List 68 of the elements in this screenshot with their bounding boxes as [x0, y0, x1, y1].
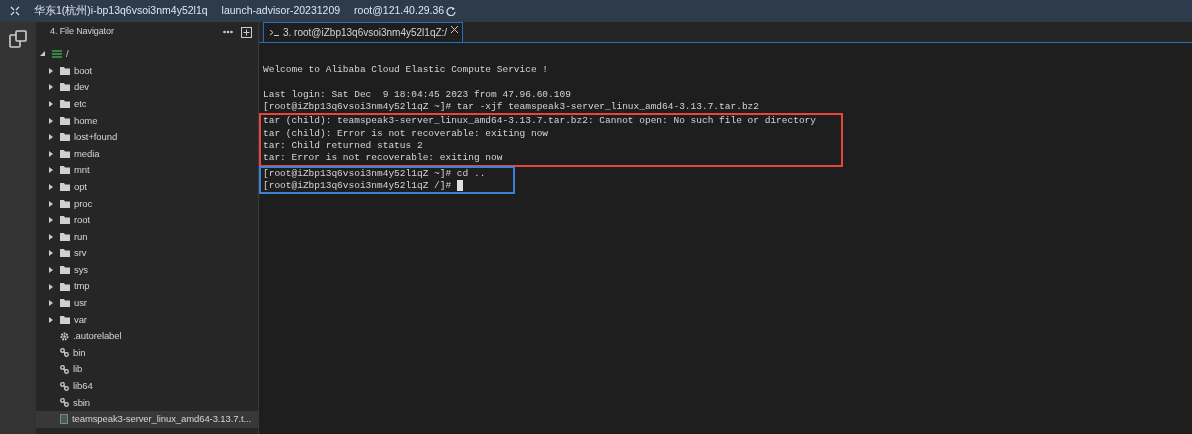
terminal-line: tar: Child returned status 2 — [263, 140, 423, 152]
tree-item[interactable]: sys — [36, 261, 258, 279]
terminal-tab[interactable]: 3. root@iZbp13q6vsoi3nm4y52l1qZ:/ — [263, 22, 464, 42]
caret-right-icon — [48, 117, 54, 124]
tree-item[interactable]: tmp — [36, 278, 258, 295]
terminal-line: tar: Error is not recoverable: exiting now — [263, 152, 503, 164]
terminal-line: tar (child): teamspeak3-server_linux_amd64-3.13.7.tar.bz2: Cannot open: No such file or directory — [263, 115, 816, 127]
tree-item[interactable]: opt — [36, 178, 258, 196]
caret-right-icon — [48, 250, 54, 257]
tree-item[interactable]: etc — [36, 95, 258, 113]
tree-item[interactable]: usr — [36, 294, 258, 312]
caret-right-icon — [48, 267, 54, 273]
title-text: 华东1(杭州)i-bp13q6vsoi3nm4y52l1q — [34, 3, 208, 19]
add-icon[interactable] — [241, 26, 252, 38]
terminal-line: tar (child): Error is not recoverable: exiting now — [263, 127, 549, 139]
tree-item[interactable]: srv — [36, 245, 258, 262]
tree-item[interactable]: boot — [36, 62, 258, 80]
caret-right-icon — [48, 101, 54, 108]
tree-item[interactable]: lib — [36, 361, 258, 378]
tree-item[interactable]: home — [36, 112, 258, 129]
caret-right-icon — [48, 134, 54, 141]
terminal-line: [root@iZbp13q6vsoi3nm4y52l1qZ ~]# tar -xjf teamspeak3-server_linux_amd64-3.13.7.tar.bz2 — [263, 101, 759, 113]
link-icon — [60, 365, 69, 375]
refresh-icon — [446, 6, 457, 16]
tree-item[interactable]: bin — [36, 344, 258, 362]
caret-right-icon — [48, 200, 54, 207]
caret-right-icon — [48, 283, 54, 290]
fullscreen-icon — [10, 6, 20, 16]
caret-right-icon — [48, 300, 54, 307]
link-icon — [60, 348, 69, 358]
link-icon — [60, 381, 69, 391]
terminal-line: Last login: Sat Dec 9 18:04:45 2023 from 47.96.60.109 — [263, 88, 571, 100]
tree-item[interactable]: / — [36, 46, 258, 63]
caret-right-icon — [48, 233, 54, 240]
link-icon — [60, 398, 69, 408]
panel-title: 4. File Navigator — [50, 25, 114, 39]
caret-down-icon — [40, 51, 46, 58]
explorer-icon[interactable] — [9, 30, 27, 48]
tree-item[interactable]: lib64 — [36, 377, 258, 395]
more-icon[interactable] — [223, 30, 233, 34]
gear-icon — [60, 331, 69, 341]
close-icon[interactable] — [451, 26, 459, 33]
tree-item[interactable]: sbin — [36, 394, 258, 412]
caret-right-icon — [48, 316, 54, 323]
tree-item[interactable]: .autorelabel — [36, 328, 258, 345]
tree-item[interactable]: teamspeak3-server_linux_amd64-3.13.7.t... — [36, 411, 258, 428]
title-text: launch-advisor-20231209 — [221, 3, 341, 19]
tree-item[interactable]: proc — [36, 195, 258, 212]
drive-icon — [52, 50, 62, 59]
tree-item[interactable]: root — [36, 211, 258, 229]
terminal-line: [root@iZbp13q6vsoi3nm4y52l1qZ ~]# cd .. — [263, 167, 486, 179]
terminal-line: [root@iZbp13q6vsoi3nm4y52l1qZ /]# — [263, 180, 453, 191]
tree-item[interactable]: media — [36, 145, 258, 163]
tree-item[interactable]: lost+found — [36, 128, 258, 146]
tree-item[interactable]: mnt — [36, 162, 258, 179]
tree-item[interactable]: dev — [36, 79, 258, 96]
title-text: root@121.40.29.36 — [354, 3, 445, 19]
caret-right-icon — [48, 184, 54, 191]
tree-item[interactable]: var — [36, 311, 258, 329]
caret-right-icon — [48, 167, 54, 174]
terminal-icon — [270, 29, 279, 36]
terminal-line: Welcome to Alibaba Cloud Elastic Compute Service ! — [263, 64, 549, 76]
file-icon — [60, 414, 68, 425]
caret-right-icon — [48, 150, 54, 157]
tree-item[interactable]: run — [36, 228, 258, 246]
caret-right-icon — [48, 67, 54, 74]
caret-right-icon — [48, 217, 54, 224]
caret-right-icon — [48, 84, 54, 91]
